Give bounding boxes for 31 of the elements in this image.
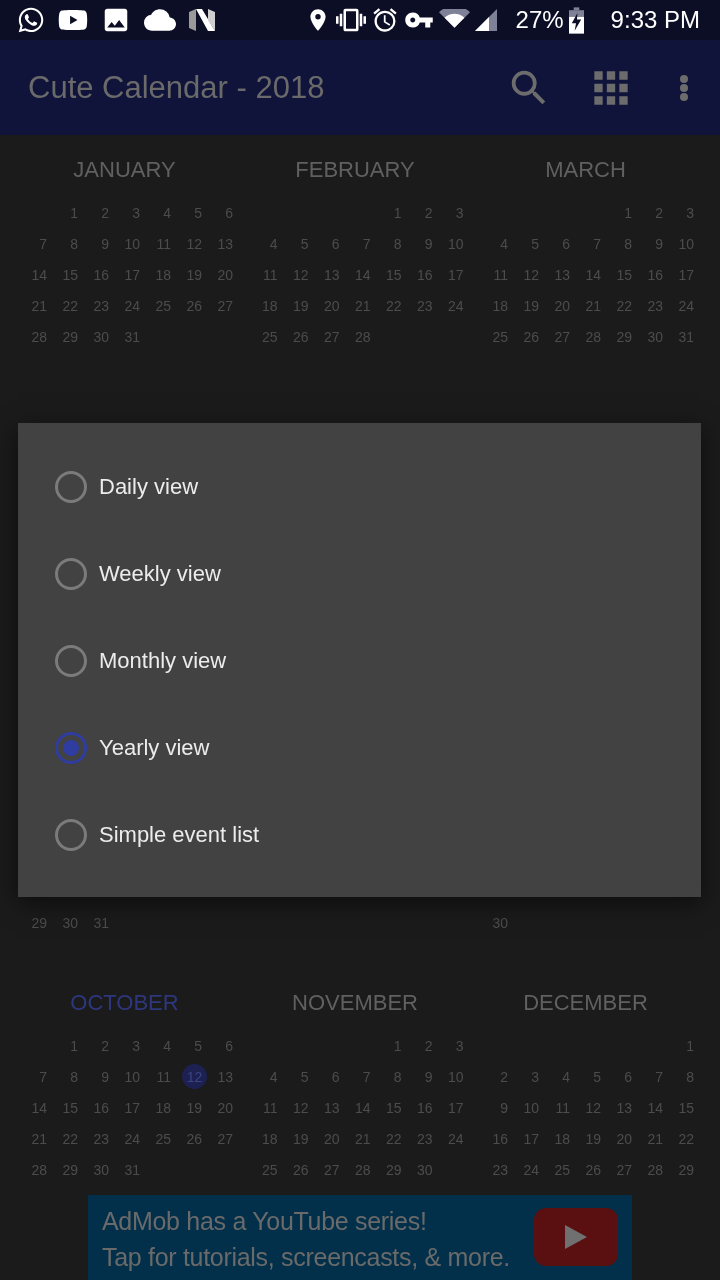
radio-button[interactable] bbox=[55, 470, 87, 503]
month-title: FEBRUARY bbox=[295, 156, 415, 184]
month-title: DECEMBER bbox=[523, 989, 648, 1017]
battery-percentage: 27% bbox=[515, 6, 564, 34]
radio-button[interactable] bbox=[55, 557, 87, 590]
ad-headline: AdMob has a YouTube series! bbox=[102, 1206, 427, 1237]
battery-charging-icon bbox=[568, 6, 584, 34]
view-option[interactable]: Yearly view bbox=[55, 731, 210, 764]
clock-time: 9:33 PM bbox=[610, 6, 700, 34]
app-title: Cute Calendar - 2018 bbox=[28, 69, 325, 106]
radio-button[interactable] bbox=[55, 644, 87, 677]
view-option[interactable]: Daily view bbox=[55, 470, 199, 503]
chat-bubble-icon bbox=[17, 6, 45, 34]
radio-button[interactable] bbox=[55, 818, 87, 851]
app-logo-icon bbox=[189, 9, 215, 31]
view-option[interactable]: Monthly view bbox=[55, 644, 227, 677]
month-title: MARCH bbox=[545, 156, 626, 184]
radio-button[interactable] bbox=[55, 731, 87, 764]
ad-text: Tap for tutorials, screencasts, & more. bbox=[102, 1242, 510, 1273]
signal-icon bbox=[474, 9, 497, 31]
ad-banner[interactable]: AdMob has a YouTube series! Tap for tutorials, screencasts, & more. bbox=[88, 1195, 632, 1280]
month-title: JANUARY bbox=[73, 156, 176, 184]
more-menu-button[interactable] bbox=[680, 74, 688, 101]
view-option[interactable]: Weekly view bbox=[55, 557, 221, 590]
more-icon bbox=[680, 74, 688, 101]
play-icon bbox=[565, 1225, 587, 1249]
view-option[interactable]: Simple event list bbox=[55, 818, 260, 851]
month-title: NOVEMBER bbox=[292, 989, 418, 1017]
wifi-icon bbox=[438, 9, 470, 31]
play-button[interactable] bbox=[534, 1208, 618, 1266]
month-title: OCTOBER bbox=[70, 989, 179, 1017]
